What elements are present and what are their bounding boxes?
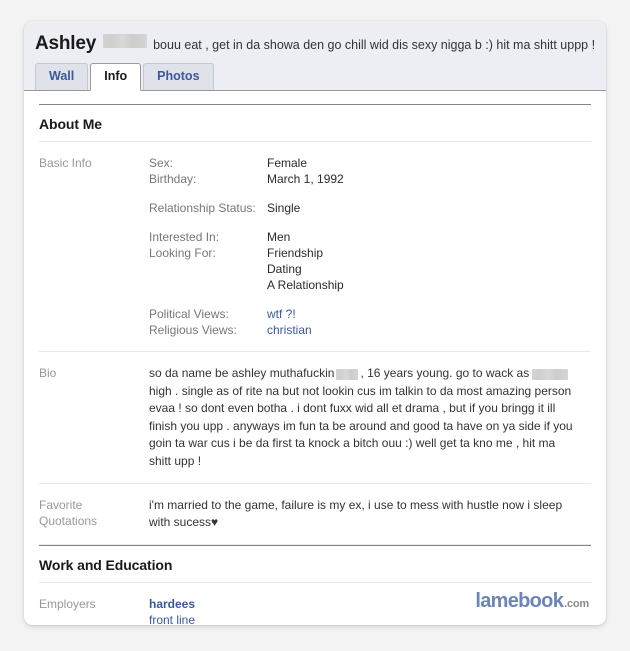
field-interested-in: Interested In: Men bbox=[149, 229, 591, 245]
redaction-block-bio-1 bbox=[336, 369, 359, 381]
field-political-views: Political Views: wtf ?! bbox=[149, 306, 591, 322]
row-content-favorite-quotations: i'm married to the game, failure is my e… bbox=[149, 497, 591, 531]
field-label-looking-for: Looking For: bbox=[149, 246, 216, 260]
lamebook-watermark: lamebook .com bbox=[475, 590, 589, 613]
field-looking-for-3: A Relationship bbox=[149, 277, 591, 293]
row-label-basic-info: Basic Info bbox=[39, 156, 92, 170]
field-looking-for: Looking For: Friendship bbox=[149, 245, 591, 261]
field-value-relationship-status: Single bbox=[267, 201, 301, 215]
field-value-religious-views[interactable]: christian bbox=[267, 322, 312, 338]
section-title-work-and-education: Work and Education bbox=[39, 545, 591, 583]
row-label-employers: Employers bbox=[39, 597, 96, 611]
profile-card: Ashley bouu eat , get in da showa den go… bbox=[24, 21, 606, 625]
tab-wall[interactable]: Wall bbox=[35, 63, 89, 90]
row-label-favorite-quotations: Favorite Quotations bbox=[39, 497, 149, 531]
field-value-sex: Female bbox=[267, 156, 308, 170]
field-relationship-status: Relationship Status: Single bbox=[149, 200, 591, 216]
row-bio: Bio so da name be ashley muthafuckin , 16… bbox=[39, 352, 591, 484]
field-label-relationship-status: Relationship Status: bbox=[149, 201, 256, 215]
field-label-spacer-2 bbox=[149, 277, 267, 293]
bio-text-part-3: high . single as of rite na but not look… bbox=[149, 383, 573, 468]
watermark-brand: lamebook bbox=[475, 590, 564, 612]
redaction-block-bio-2 bbox=[532, 369, 569, 381]
bio-text-part-2: , 16 years young. go to wack as bbox=[360, 366, 530, 380]
field-value-looking-for-3: A Relationship bbox=[267, 278, 344, 292]
field-value-looking-for-1: Friendship bbox=[267, 246, 324, 260]
tab-bar: Wall Info Photos bbox=[35, 63, 216, 91]
row-label-favorite-quotations-line1: Favorite bbox=[39, 498, 83, 512]
tab-info[interactable]: Info bbox=[90, 63, 142, 91]
bio-text: so da name be ashley muthafuckin , 16 yea… bbox=[149, 365, 579, 470]
field-group-views: Political Views: wtf ?! Religious Views:… bbox=[149, 306, 591, 338]
field-label-sex: Sex: bbox=[149, 156, 174, 170]
status-line: Ashley bouu eat , get in da showa den go… bbox=[35, 33, 606, 55]
field-group-interests: Interested In: Men Looking For: Friendsh… bbox=[149, 229, 591, 293]
row-label-bio: Bio bbox=[39, 366, 57, 380]
row-favorite-quotations: Favorite Quotations i'm married to the g… bbox=[39, 484, 591, 545]
row-content-basic-info: Sex: Female Birthday: March 1, 1992 Rela… bbox=[149, 155, 591, 338]
field-value-looking-for-2: Dating bbox=[267, 262, 302, 276]
field-value-birthday: March 1, 1992 bbox=[267, 172, 344, 186]
favorite-quotations-text: i'm married to the game, failure is my e… bbox=[149, 497, 569, 531]
employer-role-link[interactable]: front line bbox=[149, 612, 591, 625]
row-basic-info: Basic Info Sex: Female Birthday: March 1… bbox=[39, 142, 591, 352]
field-group-relationship: Relationship Status: Single bbox=[149, 200, 591, 216]
field-label-political-views: Political Views: bbox=[149, 307, 229, 321]
field-label-birthday: Birthday: bbox=[149, 172, 197, 186]
field-religious-views: Religious Views: christian bbox=[149, 322, 591, 338]
profile-header: Ashley bouu eat , get in da showa den go… bbox=[24, 21, 606, 91]
row-label-favorite-quotations-line2: Quotations bbox=[39, 514, 98, 528]
field-label-interested-in: Interested In: bbox=[149, 230, 220, 244]
section-title-about-me: About Me bbox=[39, 104, 591, 142]
watermark-tld: .com bbox=[564, 598, 589, 610]
profile-body: About Me Basic Info Sex: Female Birthday… bbox=[24, 104, 606, 625]
status-text: bouu eat , get in da showa den go chill … bbox=[153, 38, 596, 52]
field-value-political-views[interactable]: wtf ?! bbox=[267, 306, 296, 322]
profile-name: Ashley bbox=[35, 33, 97, 54]
tab-photos[interactable]: Photos bbox=[143, 63, 214, 90]
page-background: Ashley bouu eat , get in da showa den go… bbox=[0, 0, 630, 651]
heart-icon: ♥ bbox=[211, 515, 219, 529]
field-looking-for-2: Dating bbox=[149, 261, 591, 277]
field-value-interested-in: Men bbox=[267, 230, 291, 244]
field-sex: Sex: Female bbox=[149, 155, 591, 171]
redaction-block-name bbox=[103, 34, 148, 48]
field-label-spacer-1 bbox=[149, 261, 267, 277]
row-content-bio: so da name be ashley muthafuckin , 16 yea… bbox=[149, 365, 591, 470]
field-group-sex-birthday: Sex: Female Birthday: March 1, 1992 bbox=[149, 155, 591, 187]
field-birthday: Birthday: March 1, 1992 bbox=[149, 171, 591, 187]
field-label-religious-views: Religious Views: bbox=[149, 323, 237, 337]
bio-text-part-1: so da name be ashley muthafuckin bbox=[149, 366, 335, 380]
